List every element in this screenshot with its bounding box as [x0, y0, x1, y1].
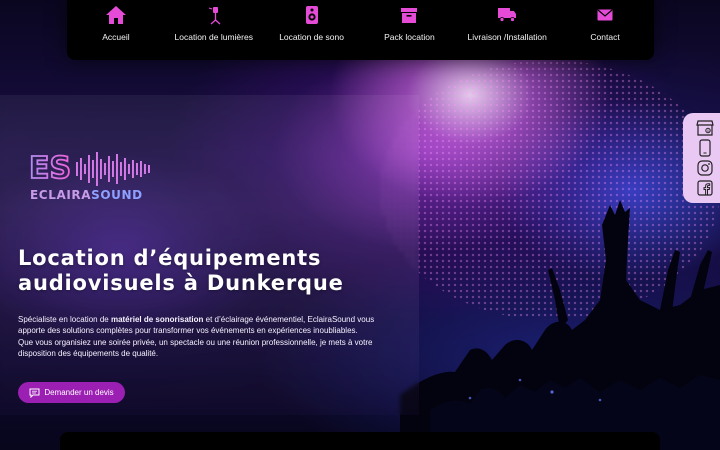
hero-description: Spécialiste en location de matériel de s…: [18, 314, 400, 359]
request-quote-label: Demander un devis: [44, 388, 114, 397]
instagram-icon[interactable]: [695, 159, 715, 177]
store-icon[interactable]: G: [695, 119, 715, 137]
nav-item-livraison[interactable]: Livraison /Installation: [461, 4, 553, 43]
top-navigation: Accueil Location de lumières Location de…: [67, 0, 654, 60]
facebook-icon[interactable]: [695, 179, 715, 197]
bottom-content-bar: [60, 432, 660, 450]
nav-label: Accueil: [102, 32, 130, 42]
nav-item-pack-location[interactable]: Pack location: [363, 4, 455, 43]
nav-item-location-lumieres[interactable]: Location de lumières: [168, 4, 260, 43]
nav-item-accueil[interactable]: Accueil: [70, 4, 162, 43]
brand-name-part2: SOUND: [91, 188, 143, 202]
logo-monogram: ES: [29, 151, 71, 186]
nav-item-location-sono[interactable]: Location de sono: [266, 4, 358, 43]
phone-icon[interactable]: [695, 139, 715, 157]
truck-icon: [497, 4, 517, 26]
nav-label: Contact: [590, 32, 620, 42]
brand-wordmark: ECLAIRASOUND: [30, 188, 143, 202]
chat-bubble-icon: [29, 388, 40, 398]
social-sidebar: G: [683, 113, 720, 203]
brand-name-part1: ECLAIRA: [30, 188, 92, 202]
mail-icon: [597, 4, 613, 26]
nav-item-contact[interactable]: Contact: [559, 4, 651, 43]
spotlight-icon: [207, 4, 221, 26]
home-icon: [105, 4, 127, 26]
nav-label: Pack location: [384, 32, 435, 42]
desc-bold-text: matériel de sonorisation: [110, 315, 204, 324]
hero-title: Location d’équipements audiovisuels à Du…: [18, 246, 344, 295]
nav-label: Location de lumières: [174, 32, 253, 42]
desc-text: Spécialiste en location de: [18, 315, 111, 324]
hero-paragraph-1: Spécialiste en location de matériel de s…: [18, 314, 400, 337]
request-quote-button[interactable]: Demander un devis: [18, 382, 125, 403]
hero-paragraph-2: Que vous organisiez une soirée privée, u…: [18, 337, 373, 358]
box-icon: [400, 4, 418, 26]
nav-label: Livraison /Installation: [467, 32, 547, 42]
svg-text:G: G: [707, 129, 710, 133]
nav-label: Location de sono: [279, 32, 344, 42]
speaker-icon: [305, 4, 319, 26]
